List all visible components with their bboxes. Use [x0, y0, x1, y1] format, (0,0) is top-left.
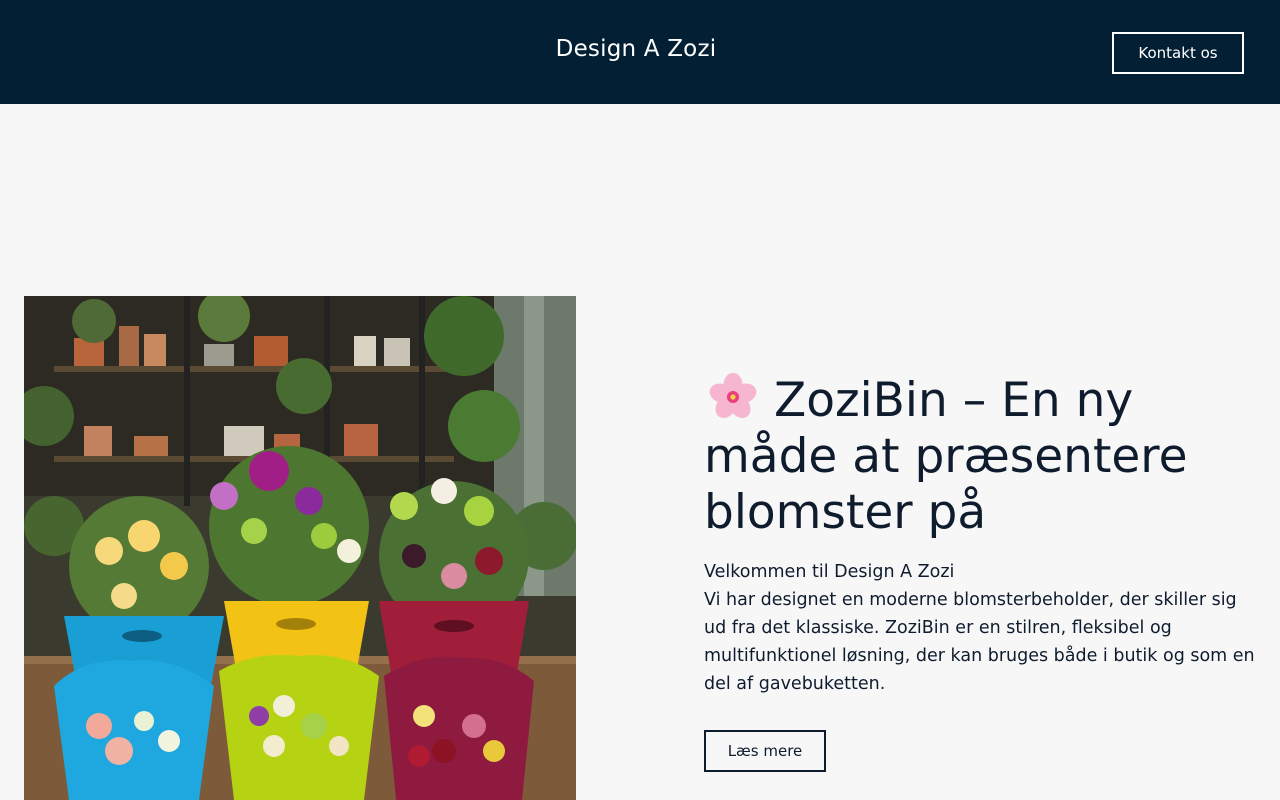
hero-image: [24, 296, 576, 800]
hero-heading: ZoziBin – En ny måde at præsentere bloms…: [704, 372, 1264, 541]
read-more-button[interactable]: Læs mere: [704, 730, 826, 772]
hero-text: Velkommen til Design A Zozi Vi har desig…: [704, 558, 1264, 698]
hero-body: Vi har designet en moderne blomsterbehol…: [704, 590, 1255, 694]
site-title[interactable]: Design A Zozi: [0, 36, 1272, 62]
contact-button[interactable]: Kontakt os: [1112, 32, 1244, 74]
site-header: Design A Zozi Kontakt os: [0, 0, 1280, 104]
hero-heading-text: ZoziBin – En ny måde at præsentere bloms…: [704, 373, 1188, 540]
cherry-blossom-icon: [704, 372, 762, 422]
hero-welcome: Velkommen til Design A Zozi: [704, 562, 955, 582]
